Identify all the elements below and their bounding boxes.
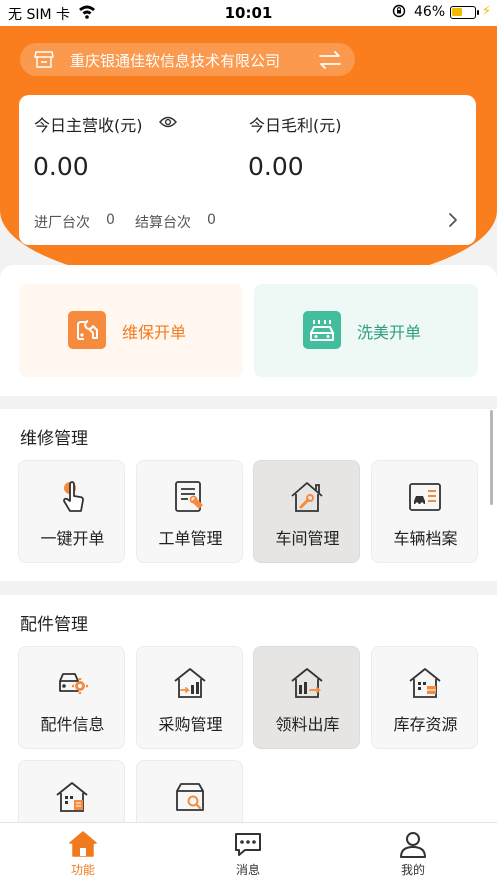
work-order-tile[interactable]: 工单管理	[136, 460, 243, 563]
outbound-tile[interactable]: 领料出库	[253, 646, 360, 749]
tile-label: 车辆档案	[393, 529, 458, 548]
tile-label: 库存资源	[393, 715, 458, 734]
section-title: 配件管理	[20, 615, 88, 635]
tile-label: 车间管理	[275, 529, 340, 548]
battery-icon	[450, 6, 479, 19]
one-click-order-tile[interactable]: 一键开单	[18, 460, 125, 563]
revenue-value: 0.00	[33, 152, 89, 181]
parts-management-section: 配件管理 配件信息 采购管理 领料出库 库存资源	[0, 595, 497, 863]
outbound-icon	[291, 668, 323, 698]
revenue-label: 今日主营收(元)	[34, 116, 143, 135]
parts-info-icon	[59, 673, 88, 694]
tile-label: 配件信息	[40, 715, 105, 734]
orientation-lock-icon	[392, 4, 406, 18]
wash-order-label: 洗美开单	[357, 323, 422, 342]
tab-label: 我的	[400, 863, 425, 877]
eye-icon[interactable]	[159, 115, 177, 129]
vehicle-file-tile[interactable]: 车辆档案	[371, 460, 478, 563]
wash-order-button[interactable]: 洗美开单	[254, 284, 478, 377]
message-icon	[235, 833, 261, 856]
tile-label: 一键开单	[40, 529, 105, 548]
company-switcher[interactable]: 重庆银通佳软信息技术有限公司	[20, 43, 355, 76]
car-wash-icon	[303, 311, 341, 349]
chevron-right-icon[interactable]	[447, 212, 459, 228]
user-icon	[400, 832, 426, 858]
wrench-car-icon	[68, 311, 106, 349]
status-bar: 无 SIM 卡 10:01 46% ⚡	[0, 0, 497, 26]
tile-label: 采购管理	[158, 715, 223, 734]
battery-percent: 46%	[414, 4, 446, 20]
maintenance-order-label: 维保开单	[122, 323, 187, 342]
company-name: 重庆银通佳软信息技术有限公司	[70, 52, 281, 70]
charging-bolt-icon: ⚡	[482, 4, 492, 19]
purchase-tile[interactable]: 采购管理	[136, 646, 243, 749]
entry-count-label: 进厂台次	[34, 215, 90, 231]
home-icon	[69, 831, 97, 857]
profit-label: 今日毛利(元)	[249, 116, 342, 135]
entry-count-value: 0	[106, 212, 115, 228]
box-search-icon	[176, 783, 204, 811]
workshop-tile[interactable]: 车间管理	[253, 460, 360, 563]
maintenance-order-button[interactable]: 维保开单	[19, 284, 243, 377]
parts-info-tile[interactable]: 配件信息	[18, 646, 125, 749]
section-title: 维修管理	[20, 429, 88, 449]
settle-count-value: 0	[207, 212, 216, 228]
inventory-icon	[409, 668, 441, 698]
profit-value: 0.00	[248, 152, 304, 181]
settle-count-label: 结算台次	[135, 215, 191, 231]
tab-messages[interactable]: 消息	[188, 823, 308, 883]
tile-label: 领料出库	[275, 715, 340, 734]
tab-mine[interactable]: 我的	[353, 823, 473, 883]
inventory-tile[interactable]: 库存资源	[371, 646, 478, 749]
quick-actions: 维保开单 洗美开单	[0, 265, 497, 396]
purchase-icon	[174, 668, 206, 698]
work-order-icon	[175, 481, 203, 512]
warehouse-doc-icon	[56, 782, 88, 812]
tab-label: 功能	[70, 863, 95, 877]
today-stats-card[interactable]: 今日主营收(元) 今日毛利(元) 0.00 0.00 进厂台次 0 结算台次 0	[19, 95, 476, 245]
swap-icon[interactable]	[318, 51, 342, 69]
tab-label: 消息	[235, 863, 260, 877]
tab-functions[interactable]: 功能	[23, 823, 143, 883]
scrollbar[interactable]	[490, 410, 493, 505]
tab-bar: 功能 消息 我的	[0, 822, 497, 883]
workshop-icon	[291, 482, 323, 512]
tile-label: 工单管理	[158, 529, 223, 548]
battery-fill	[452, 8, 463, 16]
shop-icon	[34, 51, 54, 68]
repair-management-section: 维修管理 一键开单 工单管理 车间管理 车辆档案	[0, 409, 497, 581]
tap-finger-icon	[63, 481, 84, 512]
vehicle-file-icon	[409, 483, 441, 511]
